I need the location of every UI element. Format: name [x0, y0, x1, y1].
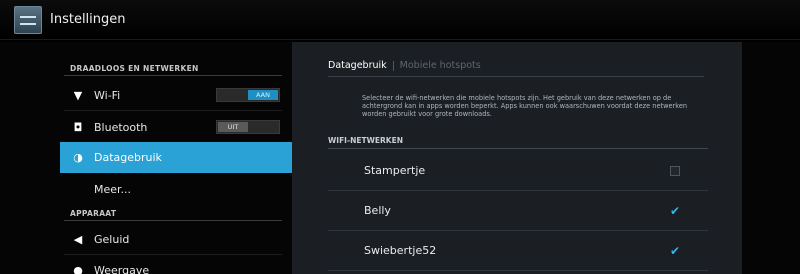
- sidebar-item-label: Geluid: [94, 232, 130, 246]
- tab-bar: Datagebruik Mobiele hotspots: [328, 60, 481, 71]
- sidebar-item-datagebruik[interactable]: ◑ Datagebruik: [60, 142, 292, 173]
- tab-datagebruik[interactable]: Datagebruik: [328, 60, 387, 71]
- settings-app-icon[interactable]: [14, 5, 42, 34]
- divider: [328, 76, 704, 77]
- network-row-belly[interactable]: Belly ✔: [328, 194, 708, 228]
- hotspot-checkbox[interactable]: [670, 166, 680, 176]
- wifi-icon: ▼: [73, 88, 83, 102]
- divider: [328, 270, 708, 271]
- toggle-knob-label: AAN: [248, 90, 278, 100]
- divider: [328, 230, 708, 231]
- divider: [64, 110, 282, 111]
- sidebar-item-label: Wi-Fi: [94, 88, 121, 102]
- toggle-knob-label: UIT: [218, 122, 248, 132]
- sidebar-item-label: Meer...: [94, 182, 132, 196]
- sidebar-item-bluetooth[interactable]: ◘ Bluetooth UIT: [60, 112, 292, 142]
- section-header-device: APPARAAT: [70, 209, 117, 218]
- sidebar-item-label: Bluetooth: [94, 120, 148, 134]
- right-margin: [742, 42, 800, 274]
- network-name: Swiebertje52: [364, 244, 437, 257]
- divider: [64, 75, 282, 76]
- network-row-stampertje[interactable]: Stampertje: [328, 154, 708, 188]
- title-bar: Instellingen: [0, 0, 800, 40]
- bluetooth-icon: ◘: [73, 120, 83, 134]
- sound-icon: ◀: [73, 232, 83, 246]
- display-icon: ●: [73, 263, 83, 274]
- settings-sidebar: DRAADLOOS EN NETWERKEN ▼ Wi-Fi AAN ◘ Blu…: [0, 42, 292, 274]
- sidebar-item-label: Datagebruik: [94, 151, 162, 164]
- sidebar-item-label: Weergave: [94, 263, 150, 274]
- network-name: Stampertje: [364, 164, 426, 177]
- sidebar-item-meer[interactable]: Meer...: [60, 174, 292, 204]
- checkmark-icon[interactable]: ✔: [670, 205, 680, 217]
- sidebar-item-weergave[interactable]: ● Weergave: [60, 255, 292, 274]
- network-name: Belly: [364, 204, 391, 217]
- network-row-swiebertje52[interactable]: Swiebertje52 ✔: [328, 234, 708, 268]
- wifi-toggle[interactable]: AAN: [216, 88, 280, 102]
- divider: [328, 148, 708, 149]
- tab-divider: [392, 60, 394, 71]
- description-text: Selecteer de wifi-netwerken die mobiele …: [362, 94, 688, 119]
- tab-mobiele-hotspots[interactable]: Mobiele hotspots: [400, 60, 481, 71]
- sidebar-item-geluid[interactable]: ◀ Geluid: [60, 224, 292, 254]
- section-header-wireless: DRAADLOOS EN NETWERKEN: [70, 64, 199, 73]
- checkmark-icon[interactable]: ✔: [670, 245, 680, 257]
- data-usage-icon: ◑: [73, 151, 83, 164]
- app-title: Instellingen: [50, 12, 126, 27]
- divider: [64, 220, 282, 221]
- sidebar-item-wifi[interactable]: ▼ Wi-Fi AAN: [60, 80, 292, 110]
- networks-header: WIFI-NETWERKEN: [328, 136, 403, 145]
- data-usage-panel: Datagebruik Mobiele hotspots Selecteer d…: [292, 42, 742, 274]
- bluetooth-toggle[interactable]: UIT: [216, 120, 280, 134]
- divider: [328, 190, 708, 191]
